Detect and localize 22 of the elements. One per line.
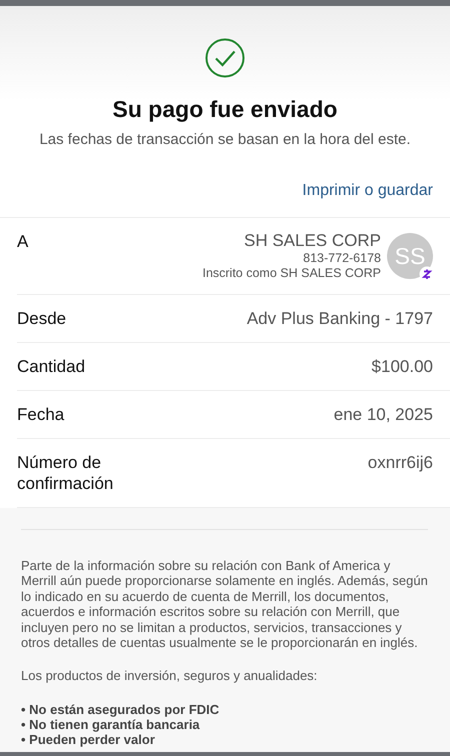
field-label: Desde — [17, 308, 66, 329]
disclosure-text: Los productos de inversión, seguros y anualidades: — [21, 668, 318, 684]
field-value: ene 10, 2025 — [334, 404, 433, 425]
disclosure-bullet: • No tienen garantía bancaria — [21, 716, 201, 732]
field-value: oxnrr6ij6 — [368, 452, 433, 473]
field-label: Cantidad — [17, 356, 86, 377]
field-value: $100.00 — [372, 356, 433, 377]
disclosure-bullet: • No están asegurados por FDIC — [21, 702, 220, 717]
field-label: Fecha — [17, 404, 64, 425]
field-value: Adv Plus Banking - 1797 — [246, 308, 433, 329]
payee-phone: 813-772-6178 — [303, 251, 381, 266]
enrolled-name: Inscrito como SH SALES CORP — [202, 266, 381, 281]
disclosure-bullet: • Pueden perder valor — [21, 732, 156, 747]
field-label: Número de confirmación — [17, 452, 114, 494]
print-save-link[interactable]: Imprimir o guardar — [302, 182, 433, 200]
timezone-note: Las fechas de transacción se basan en la hora del este. — [39, 131, 411, 148]
confirmation-title: Su pago fue enviado — [112, 96, 338, 123]
payee-name: SH SALES CORP — [244, 231, 381, 251]
payment-badge-icon — [419, 266, 435, 282]
success-check-icon — [205, 38, 245, 78]
field-label: A — [17, 231, 28, 252]
disclosure-text: Parte de la información sobre su relación con Bank of America y Merrill aún puede proporcionarse solamente en inglés. Además, según lo indicado en su acuerdo de cuenta de Merrill, los documentos, acuerdos e información escritos sobre su relación con Merrill, que incluyen pero no se limitan a productos, servicios, transacciones y otros detalles de cuentas usualmente se le proporcionarán en inglés. — [21, 558, 428, 650]
